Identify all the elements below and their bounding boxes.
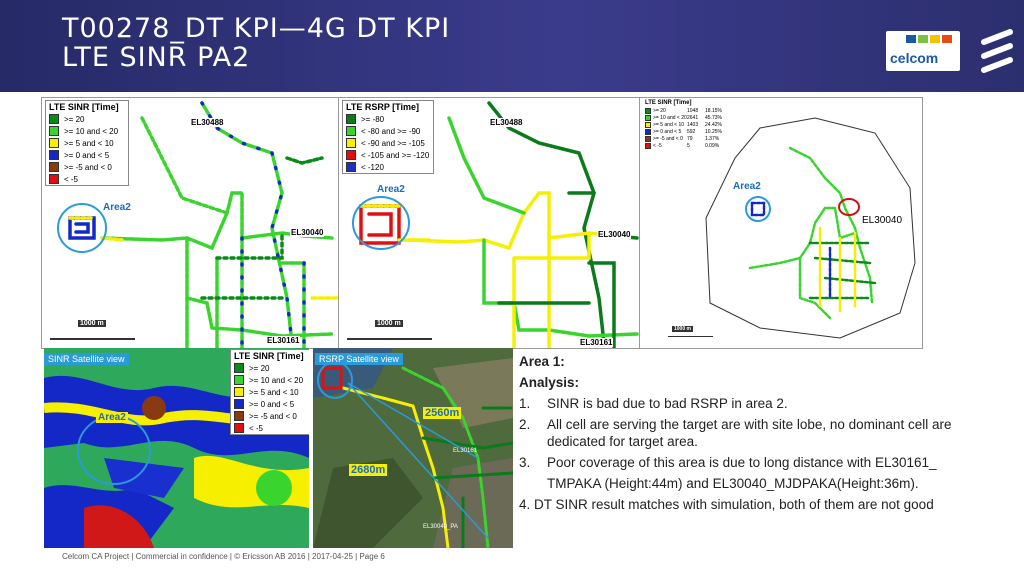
slide-title: T00278_DT KPI—4G DT KPI LTE SINR PA2 xyxy=(62,14,450,72)
site-label: EL30488 xyxy=(190,118,225,127)
sinr-legend: LTE SINR [Time] >= 20 >= 10 and < 20 >= … xyxy=(45,100,129,186)
site-label: EL30488 xyxy=(489,118,524,127)
list-item: 1. SINR is bad due to bad RSRP in area 2. xyxy=(519,396,788,411)
distance-label: 2560m xyxy=(423,407,462,419)
site-label: EL30040 xyxy=(862,215,903,226)
sinr-satellite-legend: LTE SINR [Time] >= 20 >= 10 and < 20 >= … xyxy=(230,349,309,435)
rsrp-satellite-panel: RSRP Satellite view 2560m 2680m EL30161 … xyxy=(313,348,513,548)
scale-bar: 1000 m xyxy=(668,326,713,337)
sinr-satellite-tag: SINR Satellite view xyxy=(44,353,129,365)
legend-swatch xyxy=(234,387,244,397)
site-label: EL30161 xyxy=(579,338,614,347)
legend-swatch xyxy=(346,150,356,160)
legend-swatch xyxy=(346,126,356,136)
site-label: EL30040 xyxy=(290,228,325,237)
area2-label: Area2 xyxy=(733,181,761,192)
legend-swatch xyxy=(49,162,59,172)
legend-swatch xyxy=(49,114,59,124)
title-line-1: T00278_DT KPI—4G DT KPI xyxy=(62,13,451,44)
sinr-satellite-panel: SINR Satellite view Area2 LTE SINR [Time… xyxy=(44,348,309,548)
legend-swatch xyxy=(346,114,356,124)
ericsson-logo xyxy=(981,29,1013,73)
analysis-text: Area 1: Analysis: 1. SINR is bad due to b… xyxy=(519,353,1009,513)
legend-swatch xyxy=(234,363,244,373)
list-item: 2. All cell are serving the target are wi… xyxy=(519,417,952,449)
site-label: EL30040_PA xyxy=(423,524,458,530)
sinr-map-panel: LTE SINR [Time] >= 20 >= 10 and < 20 >= … xyxy=(41,97,339,349)
legend-swatch xyxy=(49,174,59,184)
rsrp-legend: LTE RSRP [Time] >= -80 < -80 and >= -90 … xyxy=(342,100,434,174)
legend-swatch xyxy=(346,162,356,172)
legend-swatch xyxy=(346,138,356,148)
legend-swatch xyxy=(234,411,244,421)
distance-label: 2680m xyxy=(349,464,388,476)
title-line-2: LTE SINR PA2 xyxy=(62,42,251,73)
legend-swatch xyxy=(234,399,244,409)
legend-swatch xyxy=(234,375,244,385)
legend-swatch xyxy=(49,150,59,160)
list-item: 3. Poor coverage of this area is due to l… xyxy=(519,455,937,470)
area2-label: Area2 xyxy=(377,184,405,195)
analysis-conclusion: 4. DT SINR result matches with simulatio… xyxy=(519,497,934,512)
site-label: EL30161 xyxy=(266,336,301,345)
slide-footer: Celcom CA Project | Commercial in confid… xyxy=(62,552,385,561)
celcom-logo: celcom xyxy=(886,31,960,71)
rsrp-satellite-map xyxy=(313,348,513,548)
legend-swatch xyxy=(49,126,59,136)
rsrp-map-panel: LTE RSRP [Time] >= -80 < -80 and >= -90 … xyxy=(338,97,640,349)
sinr-stats-legend: LTE SINR [Time] >= 20 1048 18.15% >= 10 an… xyxy=(642,99,722,149)
analysis-list: 1. SINR is bad due to bad RSRP in area 2.… xyxy=(519,395,1009,492)
area2-label: Area2 xyxy=(96,412,128,423)
scale-bar: 1000 m xyxy=(347,320,432,340)
site-label: EL30040 xyxy=(597,230,632,239)
rsrp-satellite-tag: RSRP Satellite view xyxy=(315,353,403,365)
area2-label: Area2 xyxy=(103,202,131,213)
analysis-subheading: Analysis: xyxy=(519,375,580,390)
sinr-overview-panel: LTE SINR [Time] >= 20 1048 18.15% >= 10 an… xyxy=(639,97,923,349)
list-item: TMPAKA (Height:44m) and EL30040_MJDPAKA(… xyxy=(547,476,919,491)
legend-swatch xyxy=(49,138,59,148)
site-label: EL30161 xyxy=(453,448,478,454)
slide-header: T00278_DT KPI—4G DT KPI LTE SINR PA2 cel… xyxy=(0,0,1024,92)
scale-bar: 1000 m xyxy=(50,320,135,340)
legend-swatch xyxy=(234,423,244,433)
analysis-heading: Area 1: xyxy=(519,354,565,369)
